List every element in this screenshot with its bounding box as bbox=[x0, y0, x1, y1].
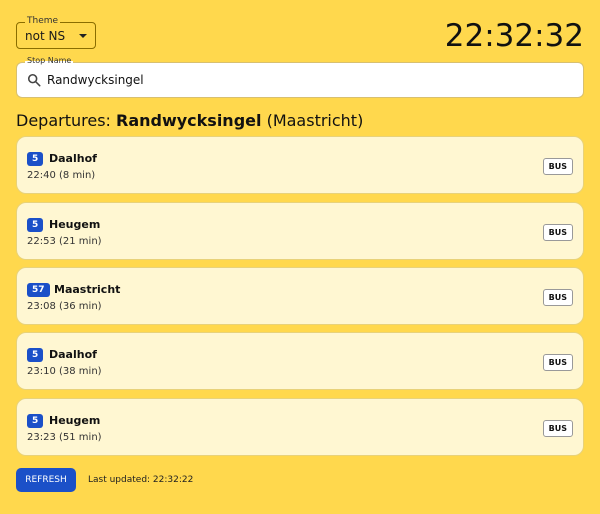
departure-card[interactable]: 5 Heugem 23:23 (51 min) BUS bbox=[16, 398, 584, 456]
stop-search-input[interactable] bbox=[47, 71, 575, 89]
theme-value: not NS bbox=[25, 29, 66, 43]
mode-badge: BUS bbox=[542, 420, 573, 437]
mode-badge: BUS bbox=[542, 354, 573, 371]
departure-time: 23:08 (36 min) bbox=[27, 301, 102, 312]
departure-card[interactable]: 5 Heugem 22:53 (21 min) BUS bbox=[16, 202, 584, 260]
departure-time: 22:53 (21 min) bbox=[27, 236, 102, 247]
departure-destination: Maastricht bbox=[54, 283, 121, 296]
departures-title-prefix: Departures: bbox=[16, 111, 116, 130]
route-badge: 57 bbox=[27, 283, 50, 297]
departure-destination: Daalhof bbox=[49, 152, 97, 165]
stop-search-field: Stop Name bbox=[16, 56, 584, 98]
departure-destination: Heugem bbox=[49, 218, 101, 231]
route-badge: 5 bbox=[27, 348, 44, 362]
departures-city: (Maastricht) bbox=[266, 111, 364, 130]
stop-search-label: Stop Name bbox=[25, 56, 74, 66]
mode-badge: BUS bbox=[542, 224, 573, 241]
departure-card[interactable]: 5 Daalhof 22:40 (8 min) BUS bbox=[16, 136, 584, 194]
last-updated: Last updated: 22:32:22 bbox=[88, 475, 194, 485]
theme-select[interactable]: Theme not NS bbox=[16, 15, 96, 49]
departure-time: 22:40 (8 min) bbox=[27, 170, 96, 181]
route-badge: 5 bbox=[27, 414, 44, 428]
departures-stop-name: Randwycksingel bbox=[116, 111, 262, 130]
departures-title: Departures: Randwycksingel (Maastricht) bbox=[16, 110, 363, 132]
mode-badge: BUS bbox=[542, 289, 573, 306]
header: Theme not NS 22:32:32 bbox=[16, 15, 584, 56]
refresh-button[interactable]: REFRESH bbox=[16, 468, 76, 492]
chevron-down-icon bbox=[79, 34, 87, 38]
departure-destination: Daalhof bbox=[49, 348, 97, 361]
search-icon bbox=[27, 73, 41, 87]
departure-time: 23:10 (38 min) bbox=[27, 366, 102, 377]
route-badge: 5 bbox=[27, 152, 44, 166]
departure-card[interactable]: 5 Daalhof 23:10 (38 min) BUS bbox=[16, 332, 584, 390]
departure-destination: Heugem bbox=[49, 414, 101, 427]
clock: 22:32:32 bbox=[444, 18, 584, 54]
departure-card[interactable]: 57 Maastricht 23:08 (36 min) BUS bbox=[16, 267, 584, 325]
theme-label: Theme bbox=[25, 15, 61, 27]
route-badge: 5 bbox=[27, 218, 44, 232]
departure-time: 23:23 (51 min) bbox=[27, 432, 102, 443]
mode-badge: BUS bbox=[542, 158, 573, 175]
